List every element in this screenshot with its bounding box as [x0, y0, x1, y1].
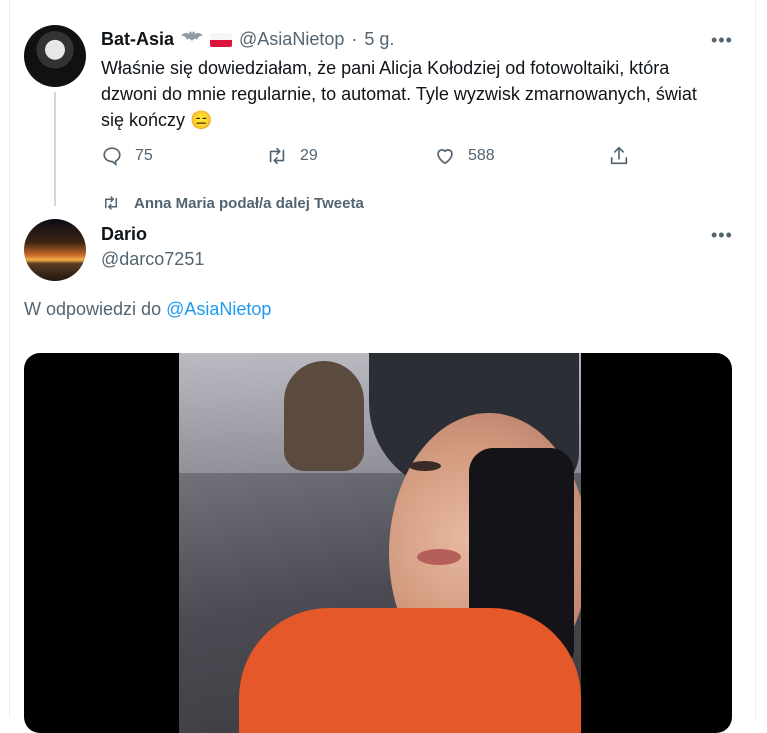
retweet-icon: [105, 196, 117, 210]
retweet-notice-text[interactable]: Anna Maria podał/a dalej Tweeta: [134, 195, 364, 212]
author-name[interactable]: Bat-Asia: [101, 29, 174, 50]
thread-line: [54, 92, 56, 206]
author-handle[interactable]: @AsiaNietop: [239, 29, 344, 50]
share-button[interactable]: [608, 145, 630, 167]
retweet-notice: Anna Maria podał/a dalej Tweeta: [102, 194, 364, 212]
more-options-button[interactable]: •••: [711, 225, 733, 246]
author-handle[interactable]: @darco7251: [101, 249, 204, 270]
tweet1-header: Bat-Asia @AsiaNietop · 5 g.: [101, 29, 394, 50]
reply-context: W odpowiedzi do @AsiaNietop: [24, 299, 271, 320]
reply-icon: [103, 147, 121, 166]
reply-prefix: W odpowiedzi do: [24, 299, 162, 319]
retweet-icon: [269, 147, 285, 165]
tweet1-text: Właśnie się dowiedziałam, że pani Alicja…: [101, 55, 741, 133]
tweet-text-line-end: się kończy: [101, 110, 186, 130]
dario-avatar[interactable]: [24, 219, 86, 281]
video-frame: [179, 353, 581, 733]
expressionless-emoji-icon: 😑: [190, 110, 213, 130]
like-count: 588: [468, 147, 495, 164]
video-player[interactable]: [24, 353, 732, 733]
share-icon: [610, 146, 628, 165]
bat-asia-avatar[interactable]: [24, 25, 86, 87]
like-button[interactable]: 588: [434, 145, 495, 167]
poland-flag-icon: [210, 32, 233, 47]
tweet-time[interactable]: 5 g.: [364, 29, 394, 50]
reply-mention-link[interactable]: @AsiaNietop: [166, 299, 271, 319]
separator: ·: [351, 29, 358, 49]
reply-button[interactable]: 75: [101, 145, 153, 167]
more-options-button[interactable]: •••: [711, 30, 733, 51]
tweet-text-line: się kończy 😑: [101, 107, 741, 133]
retweet-button[interactable]: 29: [266, 145, 318, 167]
tweet-text-line: Właśnie się dowiedziałam, że pani Alicja…: [101, 58, 670, 78]
retweet-count: 29: [300, 147, 318, 164]
bat-icon: [181, 30, 204, 49]
heart-icon: [437, 149, 453, 165]
author-name[interactable]: Dario: [101, 224, 147, 245]
reply-count: 75: [135, 147, 153, 164]
tweet-text-line: dzwoni do mnie regularnie, to automat. T…: [101, 84, 697, 104]
